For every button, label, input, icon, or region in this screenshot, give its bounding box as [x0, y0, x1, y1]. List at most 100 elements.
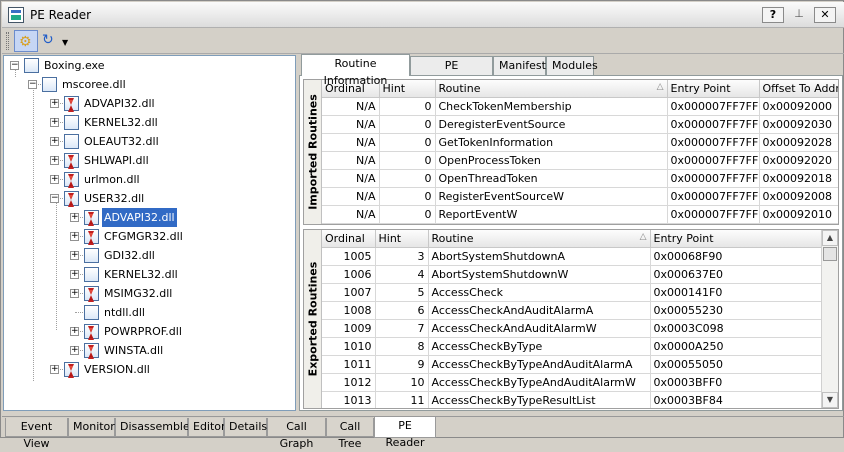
tree-node[interactable]: + OLEAUT32.dll	[4, 132, 295, 151]
pin-icon[interactable]: ⊥	[791, 7, 807, 23]
tree-node[interactable]: + urlmon.dll	[4, 170, 295, 189]
column-header[interactable]: Offset To Addre	[759, 80, 839, 98]
bottom-tab-event-view[interactable]: Event View	[5, 418, 68, 450]
sort-ascending-icon: △	[639, 231, 647, 242]
expand-icon[interactable]: +	[50, 137, 59, 146]
bottom-tab-disassembler[interactable]: Disassembler	[115, 418, 194, 437]
tree-node[interactable]: + VERSION.dll	[4, 360, 295, 379]
table-cell: N/A	[322, 151, 380, 170]
exported-routines-table[interactable]: Ordinal Hint Routine △ Entry Point 1005 3 Abor…	[322, 230, 823, 408]
bottom-tab-monitor[interactable]: Monitor	[68, 418, 115, 437]
expand-icon[interactable]: +	[70, 327, 79, 336]
tab-manifest[interactable]: Manifest	[493, 56, 546, 75]
close-button[interactable]: ✕	[814, 7, 836, 23]
table-row[interactable]: 1010 8 AccessCheckByType 0x0000A250	[322, 337, 823, 356]
bottom-tab-details[interactable]: Details	[224, 418, 267, 437]
table-cell: AccessCheckByTypeResultList	[428, 391, 651, 408]
column-header[interactable]: Routine △	[435, 80, 668, 98]
table-row[interactable]: N/A0CheckTokenMembership0x000007FF7FF200…	[322, 97, 838, 116]
bottom-tab-editor[interactable]: Editor	[188, 418, 226, 437]
refresh-icon[interactable]: ↻	[42, 32, 58, 50]
module-file-icon	[24, 58, 39, 73]
table-row[interactable]: 1006 4 AbortSystemShutdownW 0x000637E0	[322, 265, 823, 284]
table-row[interactable]: 1007 5 AccessCheck 0x000141F0	[322, 283, 823, 302]
expand-icon[interactable]: +	[70, 289, 79, 298]
table-row[interactable]: 1011 9 AccessCheckByTypeAndAuditAlarmA 0x00…	[322, 355, 823, 374]
expand-icon[interactable]: +	[50, 118, 59, 127]
tab-modules[interactable]: Modules	[546, 56, 598, 75]
table-row[interactable]: N/A0DeregisterEventSource0x000007FF7FF2A…	[322, 115, 838, 134]
table-row[interactable]: 1012 10 AccessCheckByTypeAndAuditAlarmW 0x0…	[322, 373, 823, 392]
expand-icon[interactable]: +	[70, 270, 79, 279]
table-row[interactable]: 1005 3 AbortSystemShutdownA 0x00068F90	[322, 247, 823, 266]
expand-icon[interactable]: +	[50, 156, 59, 165]
table-cell: 0x000007FF7FF20	[667, 151, 760, 170]
scroll-up-icon[interactable]: ▲	[822, 230, 838, 246]
collapse-icon[interactable]: −	[10, 61, 19, 70]
vertical-scrollbar[interactable]: ▲ ▼	[821, 230, 838, 408]
tree-node[interactable]: + MSIMG32.dll	[4, 284, 295, 303]
expand-icon[interactable]: +	[70, 346, 79, 355]
tree-node[interactable]: + ADVAPI32.dll	[4, 208, 295, 227]
table-row[interactable]: 1008 6 AccessCheckAndAuditAlarmA 0x00055230	[322, 301, 823, 320]
tree-node[interactable]: + KERNEL32.dll	[4, 113, 295, 132]
tree-node[interactable]: + CFGMGR32.dll	[4, 227, 295, 246]
tree-node[interactable]: + KERNEL32.dll	[4, 265, 295, 284]
column-header[interactable]: Entry Point	[667, 80, 760, 98]
table-cell: 0x00092010	[759, 205, 838, 224]
table-row[interactable]: N/A0ReportEventW0x000007FF7FF1F0x0009201…	[322, 205, 838, 224]
column-header[interactable]: Entry Point	[650, 230, 823, 248]
expand-icon[interactable]: +	[70, 213, 79, 222]
tree-node-label: POWRPROF.dll	[104, 325, 182, 338]
tree-node[interactable]: + GDI32.dll	[4, 246, 295, 265]
tree-node[interactable]: − USER32.dll	[4, 189, 295, 208]
module-file-icon	[84, 305, 99, 320]
expand-icon[interactable]: +	[50, 99, 59, 108]
collapse-icon[interactable]: −	[28, 80, 37, 89]
dependency-warning-icon	[64, 96, 79, 111]
column-header[interactable]: Hint	[379, 80, 436, 98]
table-cell: 0x000007FF7FF20	[667, 133, 760, 152]
module-file-icon	[84, 248, 99, 263]
bottom-tab-call-tree[interactable]: Call Tree	[326, 418, 374, 450]
expand-icon[interactable]: +	[70, 251, 79, 260]
settings-button[interactable]: ⚙	[14, 30, 38, 52]
expand-icon[interactable]: +	[70, 232, 79, 241]
module-tree[interactable]: − Boxing.exe − mscoree.dll + ADVAPI32.dll + KER…	[3, 55, 296, 411]
table-row[interactable]: N/A0GetTokenInformation0x000007FF7FF200x…	[322, 133, 838, 152]
toolbar-grip[interactable]	[6, 32, 9, 50]
tree-node[interactable]: + WINSTA.dll	[4, 341, 295, 360]
table-cell: 0x00092020	[759, 151, 838, 170]
tree-node[interactable]: + SHLWAPI.dll	[4, 151, 295, 170]
table-row[interactable]: N/A0OpenProcessToken0x000007FF7FF200x000…	[322, 151, 838, 170]
dependency-warning-icon	[84, 286, 99, 301]
help-button[interactable]: ?	[762, 7, 784, 23]
column-header[interactable]: Routine △	[428, 230, 651, 248]
tab-routine-information[interactable]: Routine Information	[301, 54, 410, 87]
column-header[interactable]: Hint	[375, 230, 429, 248]
bottom-tab-call-graph[interactable]: Call Graph	[267, 418, 326, 450]
tree-node[interactable]: + POWRPROF.dll	[4, 322, 295, 341]
expand-icon[interactable]: +	[50, 175, 59, 184]
table-cell: DeregisterEventSource	[435, 115, 668, 134]
table-row[interactable]: N/A0RegisterEventSourceW0x000007FF7FF250…	[322, 187, 838, 206]
tree-node[interactable]: ntdll.dll	[4, 303, 295, 322]
expand-icon[interactable]: +	[50, 365, 59, 374]
collapse-icon[interactable]: −	[50, 194, 59, 203]
table-row[interactable]: 1013 11 AccessCheckByTypeResultList 0x0003B…	[322, 391, 823, 408]
column-header-label: Offset To Addre	[762, 81, 839, 95]
tree-node[interactable]: − mscoree.dll	[4, 75, 295, 94]
table-cell: 0x00092008	[759, 187, 838, 206]
tree-node[interactable]: + ADVAPI32.dll	[4, 94, 295, 113]
table-row[interactable]: 1009 7 AccessCheckAndAuditAlarmW 0x0003C098	[322, 319, 823, 338]
scroll-thumb[interactable]	[823, 247, 837, 261]
table-cell: 0x000007FF7FF25	[667, 187, 760, 206]
bottom-tab-pe-reader[interactable]: PE Reader	[374, 417, 436, 449]
column-header[interactable]: Ordinal	[322, 230, 376, 248]
tree-node[interactable]: − Boxing.exe	[4, 56, 295, 75]
table-row[interactable]: N/A0OpenThreadToken0x000007FF7FF200x0009…	[322, 169, 838, 188]
chevron-down-icon[interactable]: ▼	[62, 38, 68, 47]
imported-routines-table[interactable]: OrdinalHintRoutine△Entry PointOffset To …	[322, 80, 839, 224]
scroll-down-icon[interactable]: ▼	[822, 392, 838, 408]
tab-pe-information[interactable]: PE Information	[410, 56, 493, 89]
